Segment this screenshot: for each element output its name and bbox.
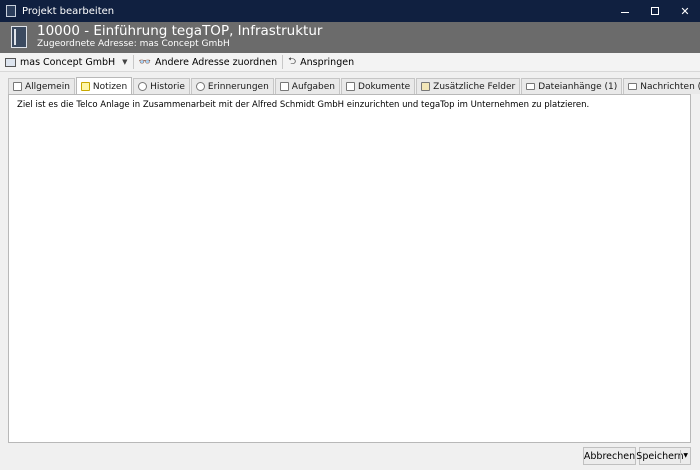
tab-allgemein[interactable]: Allgemein	[8, 78, 75, 94]
minimize-icon[interactable]	[610, 0, 640, 22]
tab-label: Notizen	[92, 81, 128, 92]
general-icon	[13, 82, 22, 91]
toolbar: mas Concept GmbH ▼ 👓 Andere Adresse zuor…	[0, 53, 700, 72]
task-icon	[279, 82, 289, 91]
document-icon	[346, 82, 356, 91]
tab-notizen[interactable]: Notizen	[75, 77, 133, 95]
assign-address-label: Andere Adresse zuordnen	[155, 56, 278, 68]
tab-label: Dokumente	[358, 81, 411, 92]
jump-button[interactable]: ⮌ Anspringen	[283, 54, 359, 71]
tab-nachrichten[interactable]: Nachrichten (1)	[623, 78, 700, 94]
tab-label: Erinnerungen	[207, 81, 269, 92]
tab-label: Dateianhänge (1)	[538, 81, 618, 92]
project-header: 10000 - Einführung tegaTOP, Infrastruktu…	[0, 22, 700, 53]
attachment-icon	[526, 83, 536, 90]
notes-text[interactable]: Ziel ist es die Telco Anlage in Zusammen…	[17, 100, 589, 110]
split-divider	[680, 450, 681, 463]
history-icon	[138, 82, 148, 91]
tab-label: Nachrichten (1)	[640, 81, 700, 92]
dialog-footer: Abbrechen Speichern ▼	[0, 446, 700, 470]
fields-icon	[421, 82, 431, 91]
jump-label: Anspringen	[300, 56, 355, 68]
tab-bar: Allgemein Notizen Historie Erinnerungen …	[8, 77, 700, 95]
tab-zusaetzliche-felder[interactable]: Zusätzliche Felder	[416, 78, 521, 94]
notes-editor[interactable]: Ziel ist es die Telco Anlage in Zusammen…	[8, 94, 691, 443]
tab-label: Zusätzliche Felder	[433, 81, 516, 92]
tab-dateianhaenge[interactable]: Dateianhänge (1)	[521, 78, 623, 94]
assign-address-button[interactable]: 👓 Andere Adresse zuordnen	[134, 54, 283, 71]
tab-dokumente[interactable]: Dokumente	[341, 78, 416, 94]
app-icon	[6, 5, 16, 17]
cancel-button[interactable]: Abbrechen	[583, 447, 636, 465]
save-button-label: Speichern	[636, 450, 684, 462]
tab-label: Allgemein	[25, 81, 70, 92]
window-titlebar: Projekt bearbeiten ✕	[0, 0, 700, 22]
reminder-icon	[195, 82, 205, 91]
tab-aufgaben[interactable]: Aufgaben	[274, 78, 341, 94]
window-title: Projekt bearbeiten	[22, 5, 115, 17]
project-title: 10000 - Einführung tegaTOP, Infrastruktu…	[37, 23, 323, 39]
address-icon	[5, 57, 16, 67]
address-dropdown-label: mas Concept GmbH	[20, 56, 116, 68]
close-icon[interactable]: ✕	[670, 0, 700, 22]
address-dropdown[interactable]: mas Concept GmbH ▼	[0, 54, 133, 71]
save-button[interactable]: Speichern ▼	[636, 447, 691, 465]
binoculars-icon: 👓	[138, 56, 151, 68]
message-icon	[628, 83, 638, 90]
tab-historie[interactable]: Historie	[133, 78, 190, 94]
document-icon	[11, 26, 27, 48]
chevron-down-icon[interactable]: ▼	[683, 452, 688, 459]
note-icon	[80, 82, 90, 91]
tab-label: Historie	[150, 81, 185, 92]
maximize-icon[interactable]	[640, 0, 670, 22]
assigned-address: Zugeordnete Adresse: mas Concept GmbH	[37, 39, 230, 49]
tab-label: Aufgaben	[291, 81, 336, 92]
jump-arrow-icon: ⮌	[288, 55, 297, 67]
tab-erinnerungen[interactable]: Erinnerungen	[190, 78, 274, 94]
chevron-down-icon[interactable]: ▼	[122, 58, 127, 66]
